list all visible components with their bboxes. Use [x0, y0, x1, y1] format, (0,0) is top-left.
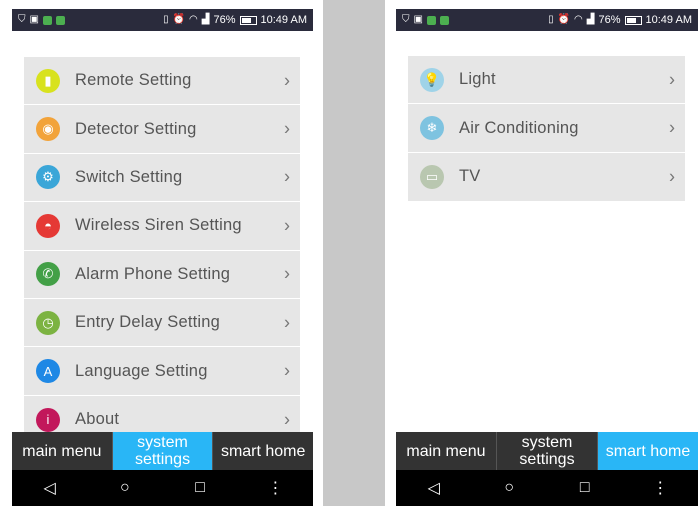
chevron-right-icon: ›: [669, 166, 675, 187]
menu-item-label: Wireless Siren Setting: [75, 216, 242, 235]
right-phone-screen: ⛉ ▣ ▯ ⏰ ◠ ▟ 76% 10:49 AM 💡 Light › ❄ Air Con…: [385, 0, 698, 506]
battery-percent: 76%: [213, 14, 236, 26]
phone-icon: ✆: [36, 262, 60, 287]
tab-system-settings[interactable]: system settings: [112, 432, 214, 470]
tab-system-settings[interactable]: system settings: [497, 432, 598, 470]
clock: 10:49 AM: [645, 14, 692, 26]
android-nav-bar: ◁ ○ □ ⋮: [12, 470, 313, 506]
signal-icon: ▟: [586, 14, 595, 25]
vibrate-icon: ▯: [548, 14, 554, 25]
menu-item-alarm-phone-setting[interactable]: ✆ Alarm Phone Setting ›: [24, 251, 300, 299]
home-icon[interactable]: ○: [489, 479, 529, 497]
signal-icon: ▟: [201, 14, 210, 25]
gear-icon: ⚙: [36, 165, 60, 190]
app-notification-icon: [42, 15, 52, 25]
menu-item-label: Air Conditioning: [459, 118, 579, 137]
alarm-icon: ⏰: [172, 14, 186, 25]
chevron-right-icon: ›: [284, 215, 290, 236]
chevron-right-icon: ›: [284, 312, 290, 333]
chevron-right-icon: ›: [284, 70, 290, 91]
bottom-tab-bar: main menu system settings smart home: [396, 432, 698, 470]
shield-icon: ⛉: [18, 14, 26, 25]
menu-item-language-setting[interactable]: A Language Setting ›: [24, 347, 300, 396]
app-notification-icon: [426, 15, 436, 25]
battery-level-fill: [626, 17, 637, 23]
status-bar: ⛉ ▣ ▯ ⏰ ◠ ▟ 76% 10:49 AM: [396, 9, 698, 31]
battery-level-fill: [241, 17, 252, 23]
more-icon[interactable]: ⋮: [255, 478, 295, 498]
alarm-clock-icon: ◷: [36, 310, 60, 335]
smart-home-menu: 💡 Light › ❄ Air Conditioning › ▭ TV ›: [408, 56, 685, 202]
wifi-icon: ◠: [574, 14, 583, 25]
status-bar: ⛉ ▣ ▯ ⏰ ◠ ▟ 76% 10:49 AM: [12, 9, 313, 31]
recents-icon[interactable]: □: [180, 479, 220, 497]
chevron-right-icon: ›: [284, 166, 290, 187]
image-icon: ▣: [413, 14, 423, 25]
battery-icon: [239, 15, 257, 25]
language-icon: A: [36, 359, 60, 384]
snowflake-icon: ❄: [420, 116, 444, 141]
tab-smart-home[interactable]: smart home: [213, 432, 314, 470]
tab-smart-home[interactable]: smart home: [598, 432, 698, 470]
left-phone-screen: ⛉ ▣ ▯ ⏰ ◠ ▟ 76% 10:49 AM ▮ Remote Setting…: [0, 0, 323, 506]
remote-icon: ▮: [36, 68, 60, 93]
tab-main-menu[interactable]: main menu: [12, 432, 113, 470]
settings-menu: ▮ Remote Setting › ◉ Detector Setting › ⚙ Switc…: [24, 57, 300, 445]
menu-item-detector-setting[interactable]: ◉ Detector Setting ›: [24, 105, 300, 154]
menu-item-label: Language Setting: [75, 361, 208, 380]
back-icon[interactable]: ◁: [30, 478, 70, 498]
recents-icon[interactable]: □: [565, 479, 605, 497]
back-icon[interactable]: ◁: [414, 478, 454, 498]
menu-item-air-conditioning[interactable]: ❄ Air Conditioning ›: [408, 104, 685, 153]
chevron-right-icon: ›: [284, 118, 290, 139]
chevron-right-icon: ›: [284, 263, 290, 284]
more-icon[interactable]: ⋮: [640, 478, 680, 498]
bottom-tab-bar: main menu system settings smart home: [12, 432, 314, 470]
menu-item-label: Remote Setting: [75, 71, 192, 90]
tv-icon: ▭: [420, 164, 444, 189]
about-icon: i: [36, 407, 60, 432]
shield-icon: ⛉: [402, 14, 410, 25]
menu-item-wireless-siren-setting[interactable]: ◓ Wireless Siren Setting ›: [24, 202, 300, 251]
chevron-right-icon: ›: [284, 409, 290, 430]
image-icon: ▣: [29, 14, 39, 25]
app-notification-icon: [55, 15, 65, 25]
chevron-right-icon: ›: [669, 117, 675, 138]
tab-main-menu[interactable]: main menu: [396, 432, 497, 470]
divider-gap: [323, 0, 385, 506]
menu-item-label: TV: [459, 167, 481, 186]
clock: 10:49 AM: [260, 14, 307, 26]
menu-item-remote-setting[interactable]: ▮ Remote Setting ›: [24, 57, 300, 106]
battery-icon: [624, 15, 642, 25]
detector-icon: ◉: [36, 117, 60, 142]
vibrate-icon: ▯: [163, 14, 169, 25]
siren-icon: ◓: [36, 213, 60, 238]
chevron-right-icon: ›: [284, 360, 290, 381]
app-notification-icon: [439, 15, 449, 25]
menu-item-light[interactable]: 💡 Light ›: [408, 56, 685, 105]
android-nav-bar: ◁ ○ □ ⋮: [396, 470, 698, 506]
alarm-icon: ⏰: [557, 14, 571, 25]
chevron-right-icon: ›: [669, 69, 675, 90]
menu-item-label: Switch Setting: [75, 167, 183, 186]
menu-item-entry-delay-setting[interactable]: ◷ Entry Delay Setting ›: [24, 299, 300, 348]
battery-percent: 76%: [598, 14, 621, 26]
menu-item-label: Alarm Phone Setting: [75, 264, 231, 283]
menu-item-label: About: [75, 410, 120, 429]
lightbulb-icon: 💡: [420, 67, 444, 92]
menu-item-switch-setting[interactable]: ⚙ Switch Setting ›: [24, 154, 300, 203]
menu-item-tv[interactable]: ▭ TV ›: [408, 153, 685, 201]
home-icon[interactable]: ○: [105, 479, 145, 497]
menu-item-label: Light: [459, 70, 496, 89]
wifi-icon: ◠: [189, 14, 198, 25]
menu-item-label: Detector Setting: [75, 119, 197, 138]
menu-item-label: Entry Delay Setting: [75, 313, 221, 332]
